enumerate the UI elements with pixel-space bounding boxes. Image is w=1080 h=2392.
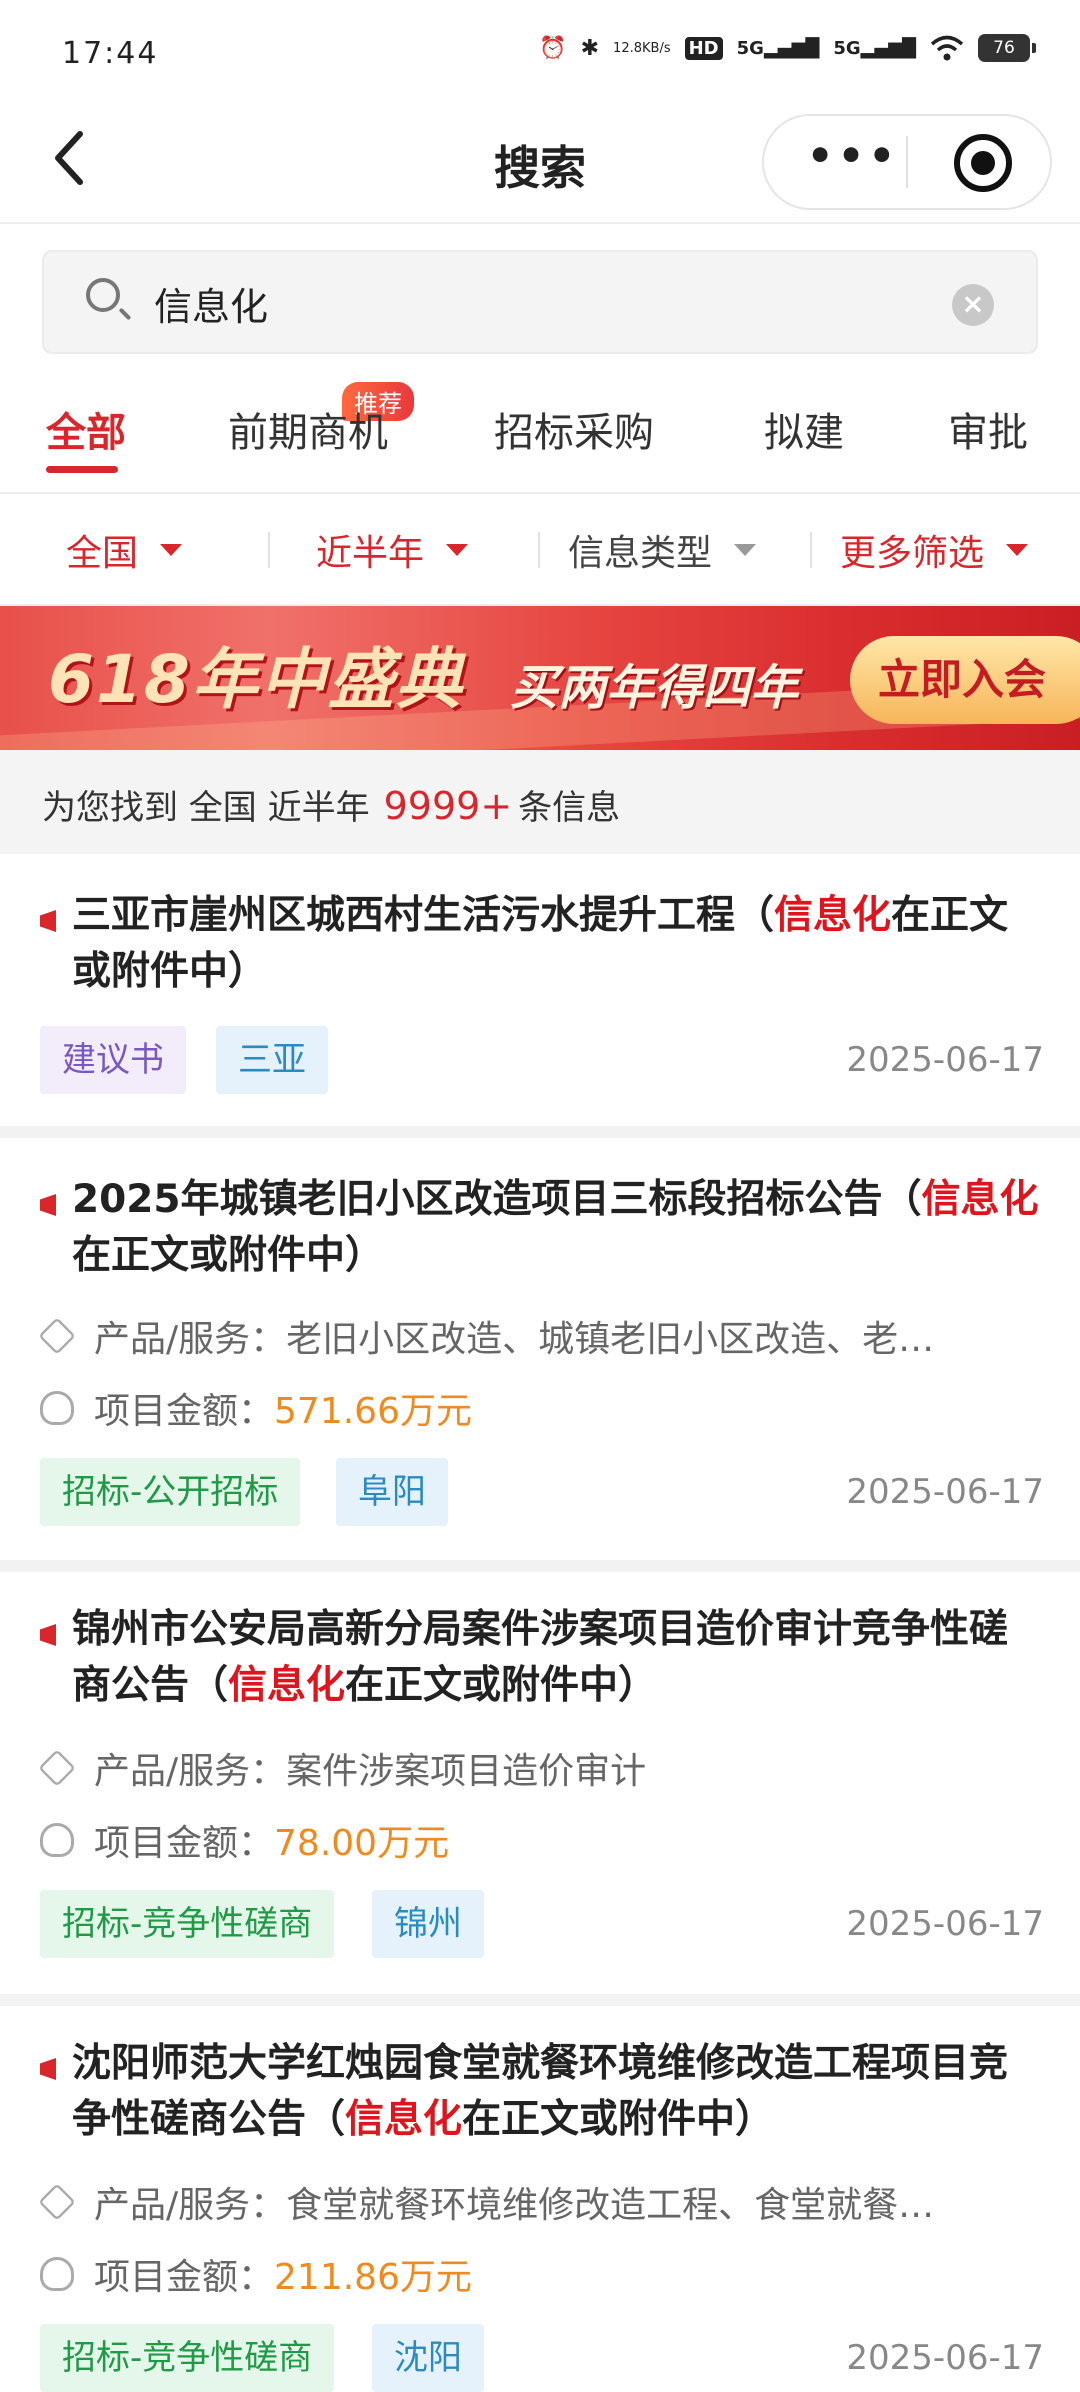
search-input[interactable]: 信息化 (154, 276, 268, 331)
card-divider (0, 1994, 1080, 2006)
hd-icon: HD (684, 36, 723, 60)
result-suffix: 条信息 (518, 788, 621, 828)
type-tag: 招标-竞争性磋商 (40, 2324, 335, 2392)
result-prefix: 为您找到 全国 近半年 (42, 788, 370, 828)
result-summary: 为您找到 全国 近半年 9999+ 条信息 (0, 750, 1080, 854)
item-title[interactable]: 锦州市公安局高新分局案件涉案项目造价审计竞争性磋商公告（信息化在正文或附件中） (72, 1602, 1042, 1714)
list-item[interactable]: 沈阳师范大学红烛园食堂就餐环境维修改造工程项目竞争性磋商公告（信息化在正文或附件… (0, 2006, 1080, 2392)
box-icon (38, 1749, 76, 1787)
product-service-row: 产品/服务： 案件涉案项目造价审计 (38, 1742, 646, 1794)
chevron-down-icon (734, 544, 757, 556)
mini-program-capsule: ••• (762, 114, 1052, 210)
join-now-button[interactable]: 立即入会 (850, 636, 1080, 724)
tab-early-opportunities[interactable]: 前期商机 (228, 400, 388, 458)
filter-info-type[interactable]: 信息类型 (568, 524, 757, 576)
filter-divider (538, 532, 540, 568)
tab-tender-procurement[interactable]: 招标采购 (494, 400, 654, 458)
clear-icon[interactable]: × (952, 284, 994, 326)
box-icon (38, 1317, 76, 1355)
banner-subtitle: 买两年得四年 (510, 660, 799, 716)
flag-icon (40, 1194, 56, 1216)
money-bag-icon (40, 2257, 74, 2291)
signal-5g-icon-2: 5G ▂▄▆█ (833, 37, 916, 59)
product-service-row: 产品/服务： 老旧小区改造、城镇老旧小区改造、老… (38, 1310, 934, 1362)
type-tag: 建议书 (40, 1026, 186, 1094)
network-speed: 12.8 KB/s (613, 40, 671, 56)
filter-divider (810, 532, 812, 568)
close-miniprogram-icon[interactable] (954, 134, 1012, 192)
flag-icon (40, 910, 56, 932)
promo-banner[interactable]: 618年中盛典 买两年得四年 立即入会 (0, 606, 1080, 750)
item-date: 2025-06-17 (846, 2338, 1044, 2378)
list-item[interactable]: 2025年城镇老旧小区改造项目三标段招标公告（信息化在正文或附件中） 产品/服务… (0, 1138, 1080, 1558)
filter-time[interactable]: 近半年 (316, 524, 469, 576)
item-title[interactable]: 沈阳师范大学红烛园食堂就餐环境维修改造工程项目竞争性磋商公告（信息化在正文或附件… (72, 2036, 1042, 2148)
active-tab-indicator (46, 466, 118, 473)
chevron-down-icon (160, 544, 183, 556)
item-date: 2025-06-17 (846, 1472, 1044, 1512)
money-bag-icon (40, 1823, 74, 1857)
list-item[interactable]: 锦州市公安局高新分局案件涉案项目造价审计竞争性磋商公告（信息化在正文或附件中） … (0, 1572, 1080, 1992)
item-date: 2025-06-17 (846, 1904, 1044, 1944)
item-title[interactable]: 三亚市崖州区城西村生活污水提升工程（信息化在正文或附件中） (72, 888, 1042, 1000)
type-tag: 招标-公开招标 (40, 1458, 301, 1526)
amount-row: 项目金额： 571.66万元 (40, 1382, 472, 1434)
more-menu-icon[interactable]: ••• (798, 116, 908, 208)
wifi-icon (930, 35, 964, 61)
banner-headline: 618年中盛典 (48, 641, 464, 718)
status-icons: ⏰ ✱ 12.8 KB/s HD 5G ▂▄▆█ 5G ▂▄▆█ 76 (539, 34, 1036, 62)
nav-bar: 搜索 ••• (0, 110, 1080, 224)
category-tabs: 全部 推荐 前期商机 招标采购 拟建 审批 (0, 382, 1080, 494)
type-tag: 招标-竞争性磋商 (40, 1890, 335, 1958)
list-item[interactable]: 三亚市崖州区城西村生活污水提升工程（信息化在正文或附件中） 建议书 三亚 202… (0, 854, 1080, 1124)
chevron-down-icon (1006, 544, 1029, 556)
item-date: 2025-06-17 (846, 1040, 1044, 1080)
tab-approval[interactable]: 审批 (948, 400, 1028, 458)
product-service-row: 产品/服务： 食堂就餐环境维修改造工程、食堂就餐… (38, 2176, 934, 2228)
region-tag: 沈阳 (372, 2324, 484, 2392)
filter-region[interactable]: 全国 (66, 524, 183, 576)
filter-more[interactable]: 更多筛选 (840, 524, 1029, 576)
tab-proposed[interactable]: 拟建 (764, 400, 844, 458)
search-icon (86, 278, 120, 312)
signal-5g-icon-1: 5G ▂▄▆█ (736, 37, 820, 59)
status-bar: 17:44 ⏰ ✱ 12.8 KB/s HD 5G ▂▄▆█ 5G ▂▄▆█ 76 (0, 0, 1080, 110)
region-tag: 三亚 (216, 1026, 328, 1094)
chevron-down-icon (446, 544, 469, 556)
search-bar[interactable]: 信息化 × (42, 250, 1038, 354)
flag-icon (40, 1624, 56, 1646)
amount-row: 项目金额： 211.86万元 (40, 2248, 472, 2300)
item-title[interactable]: 2025年城镇老旧小区改造项目三标段招标公告（信息化在正文或附件中） (72, 1172, 1042, 1284)
capsule-divider (906, 136, 908, 188)
region-tag: 阜阳 (336, 1458, 448, 1526)
card-divider (0, 1560, 1080, 1572)
filter-bar: 全国 近半年 信息类型 更多筛选 (0, 494, 1080, 606)
bluetooth-icon: ✱ (580, 35, 600, 61)
card-divider (0, 1126, 1080, 1138)
tab-all[interactable]: 全部 (46, 400, 126, 458)
battery-icon: 76 (978, 34, 1036, 62)
alarm-icon: ⏰ (539, 35, 567, 61)
amount-row: 项目金额： 78.00万元 (40, 1814, 449, 1866)
filter-divider (268, 532, 270, 568)
region-tag: 锦州 (372, 1890, 484, 1958)
result-count: 9999+ (383, 784, 513, 828)
box-icon (38, 2183, 76, 2221)
money-bag-icon (40, 1391, 74, 1425)
status-time: 17:44 (62, 36, 159, 71)
flag-icon (40, 2058, 56, 2080)
